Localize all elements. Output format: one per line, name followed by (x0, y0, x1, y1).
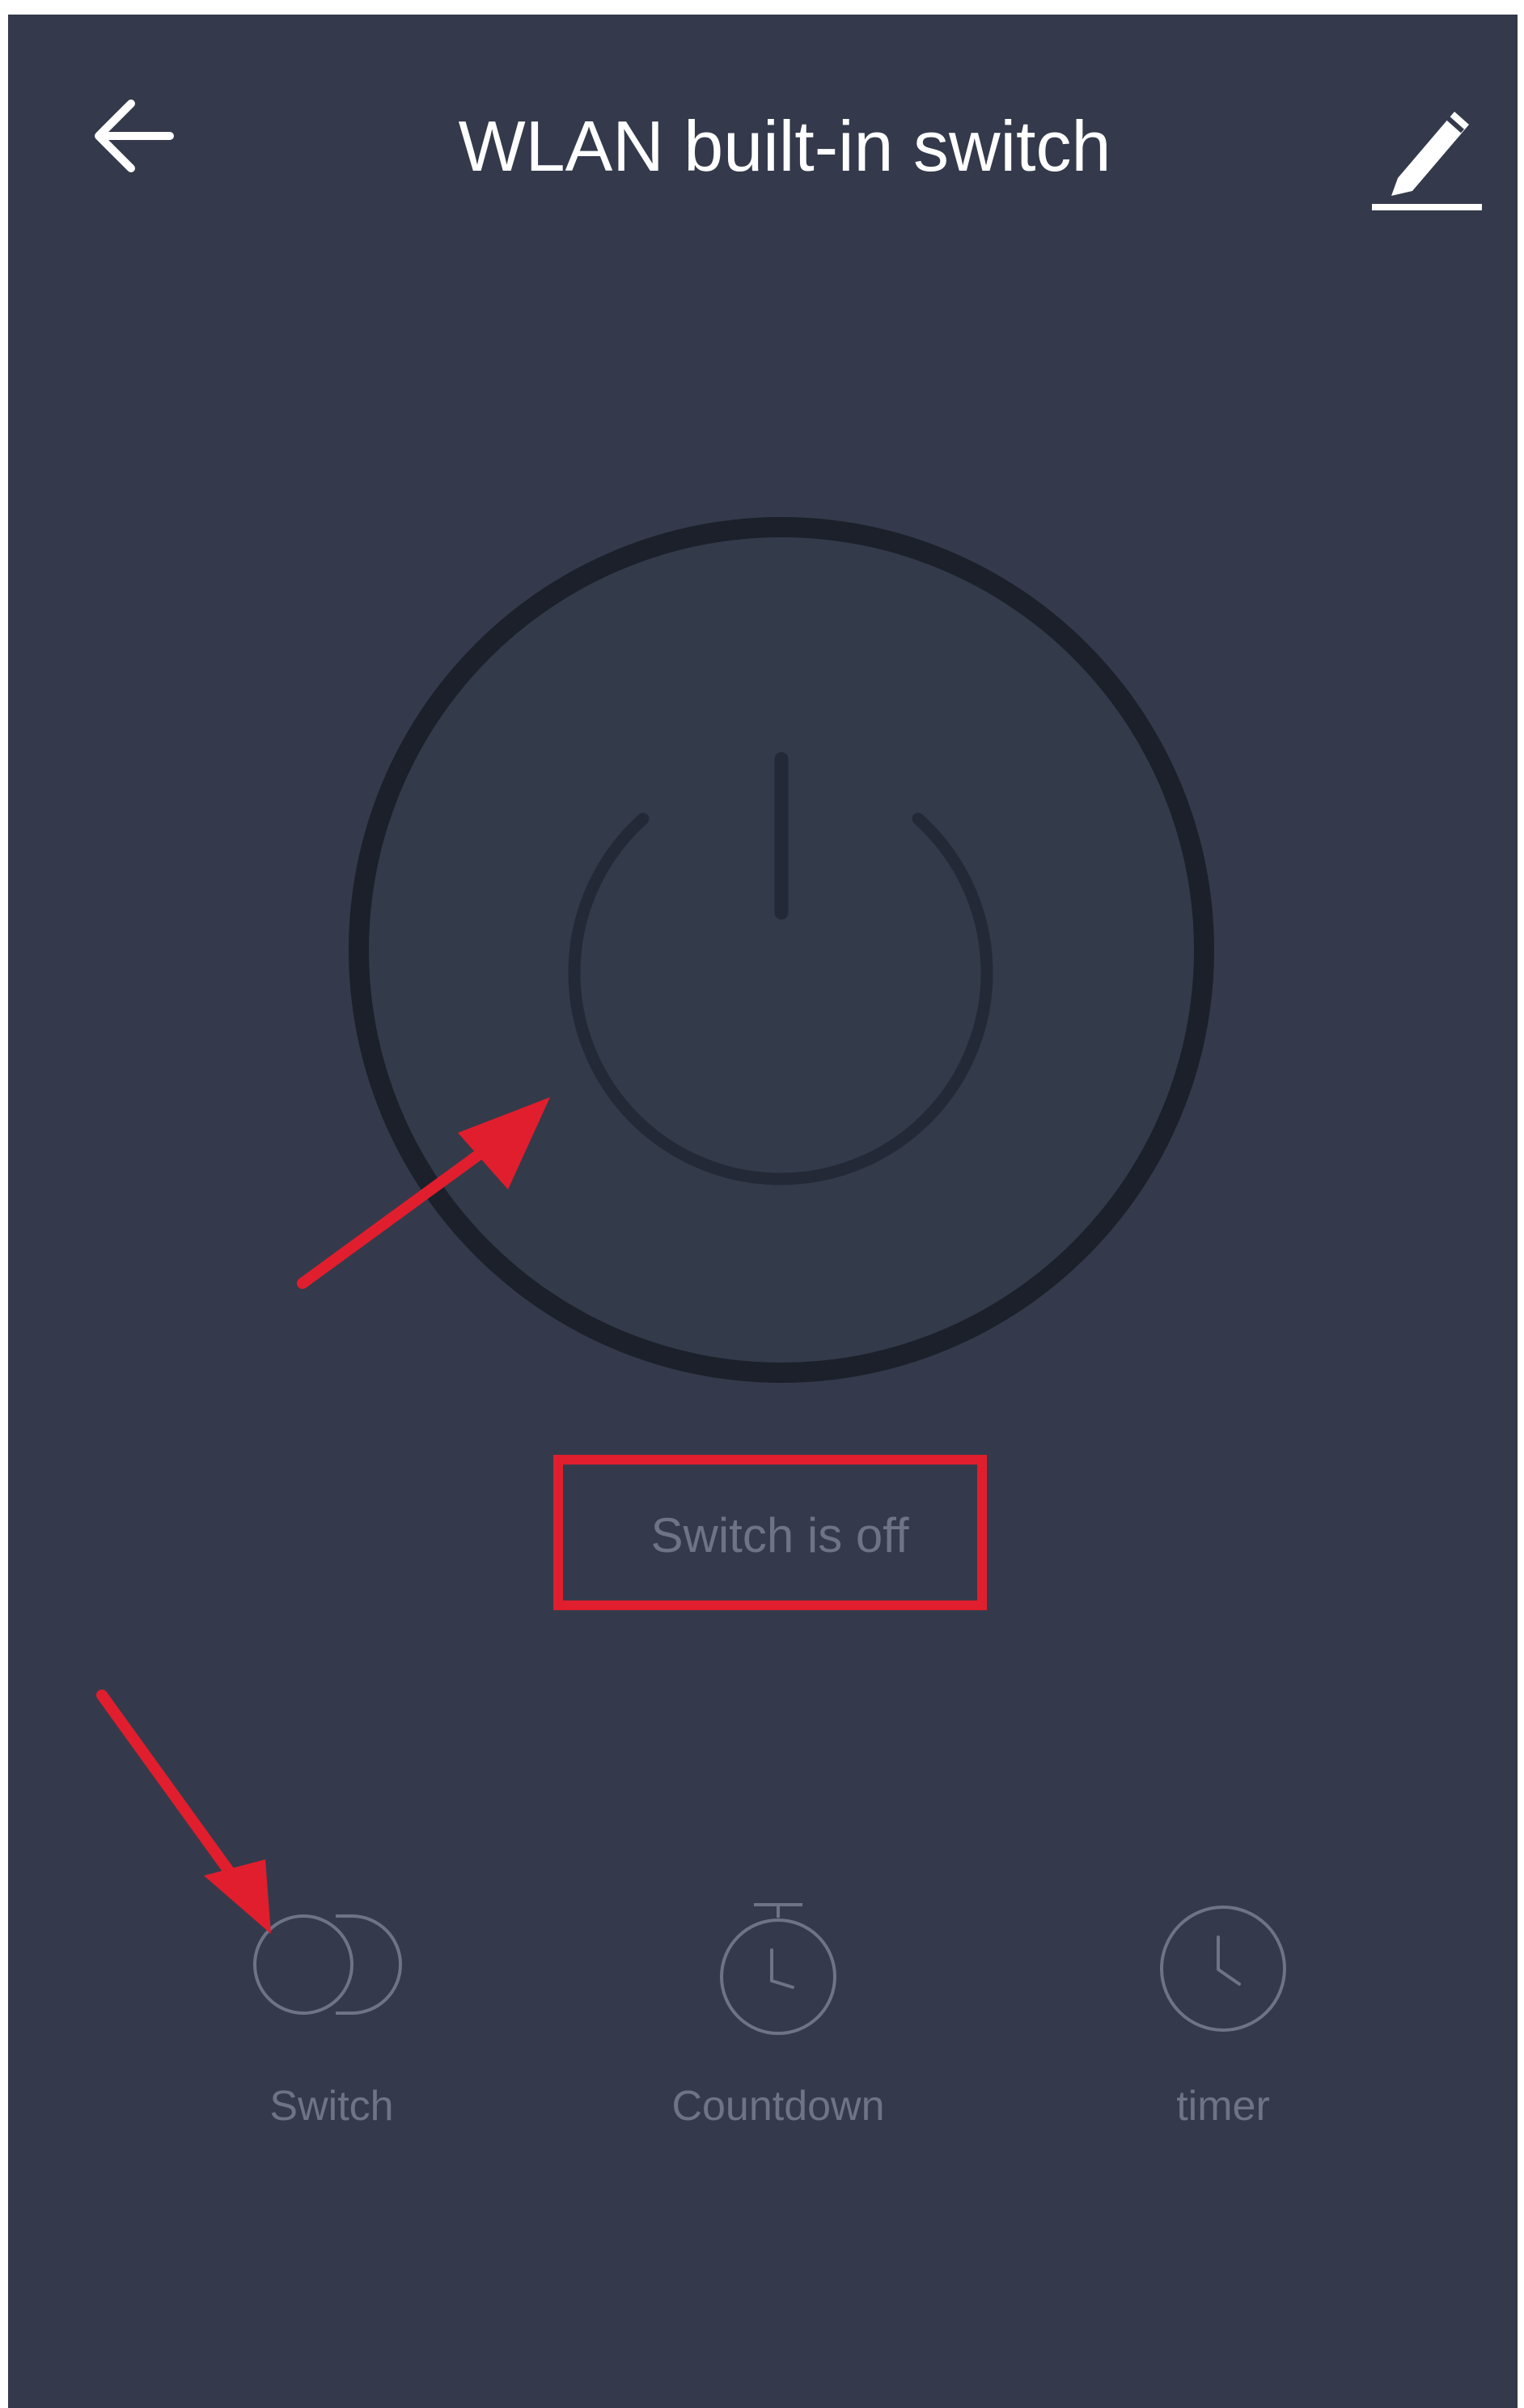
tool-switch[interactable]: Switch (162, 1900, 502, 2159)
back-button[interactable] (89, 87, 186, 184)
toggle-circles-icon (253, 1914, 402, 2015)
tool-timer[interactable]: timer (1053, 1900, 1393, 2159)
power-button[interactable] (324, 492, 1239, 1408)
arrow-left-icon (95, 100, 174, 172)
clock-icon (1160, 1906, 1286, 2032)
edit-button[interactable] (1367, 87, 1488, 217)
pencil-icon (1372, 112, 1482, 210)
stopwatch-icon (720, 1903, 836, 2035)
tool-switch-label: Switch (269, 2083, 394, 2130)
page-title: WLAN built-in switch (458, 106, 1111, 186)
status-highlight-box (553, 1455, 987, 1610)
power-icon (349, 517, 1214, 1383)
tool-countdown[interactable]: Countdown (608, 1900, 948, 2159)
tool-timer-label: timer (1176, 2083, 1270, 2130)
header-bar: WLAN built-in switch (8, 15, 1518, 257)
switch-screen: WLAN built-in switch Switch is off Switc… (8, 15, 1518, 2408)
annotation-arrow-switch (96, 1689, 271, 1934)
tool-countdown-label: Countdown (671, 2083, 885, 2130)
